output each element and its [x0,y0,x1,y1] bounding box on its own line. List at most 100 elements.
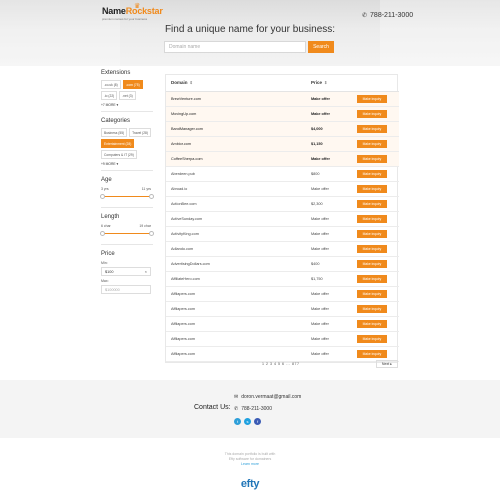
domain-cell[interactable]: Adlando.com [166,241,306,257]
age-range-slider[interactable]: 3 yrs 11 yrs [100,187,154,203]
make-inquiry-button[interactable]: Make inquiry [357,154,387,163]
age-min-handle[interactable] [100,194,105,199]
price-max-input[interactable]: $100000 [101,285,151,294]
site-logo[interactable]: ♛ NameRockstar premium names for your bu… [102,3,163,24]
age-max-label: 11 yrs [141,187,151,191]
domain-cell[interactable]: AdvertisingDollars.com [166,256,306,272]
make-inquiry-button[interactable]: Make inquiry [357,94,387,103]
table-row[interactable]: AffiliateHero.com $1,750 Make inquiry [166,271,399,287]
pagination[interactable]: 1 2 3 4 5 6 ... 877 [262,362,299,366]
domain-column-header[interactable]: Domain ⇕ [166,75,306,92]
make-inquiry-button[interactable]: Make inquiry [357,109,387,118]
clear-icon[interactable]: × [145,269,147,274]
domain-cell[interactable]: MovingUp.com [166,106,306,122]
table-row[interactable]: ActiveSunday.com Make offer Make inquiry [166,211,399,227]
make-inquiry-button[interactable]: Make inquiry [357,304,387,313]
table-row[interactable]: Affliapers.com Make offer Make inquiry [166,346,399,362]
length-min-handle[interactable] [100,231,105,236]
footer-email[interactable]: ✉ doron.vermaat@gmail.com [234,394,301,400]
twitter-icon[interactable]: t [234,418,241,425]
domain-cell[interactable]: Abroad.io [166,181,306,197]
make-inquiry-button[interactable]: Make inquiry [357,214,387,223]
make-inquiry-button[interactable]: Make inquiry [357,319,387,328]
price-cell: Make offer [306,331,352,347]
make-inquiry-button[interactable]: Make inquiry [357,124,387,133]
action-cell: Make inquiry [352,271,399,287]
filter-chip[interactable]: .co.uk (8) [101,80,121,89]
filter-chip[interactable]: .net (3) [119,91,136,100]
domain-cell[interactable]: ActivityKing.com [166,226,306,242]
action-cell: Make inquiry [352,181,399,197]
footer-phone[interactable]: ✆ 788-211-3000 [234,406,272,412]
filter-chip[interactable]: .io (22) [101,91,118,100]
table-row[interactable]: Ambior.com $1,150 Make inquiry [166,136,399,152]
make-inquiry-button[interactable]: Make inquiry [357,184,387,193]
make-inquiry-button[interactable]: Make inquiry [357,259,387,268]
make-inquiry-button[interactable]: Make inquiry [357,139,387,148]
filter-chip[interactable]: Computers & IT (29) [101,150,137,159]
action-cell: Make inquiry [352,151,399,167]
domain-cell[interactable]: BrewVenture.com [166,91,306,107]
filter-chip[interactable]: .com (75) [122,80,143,89]
table-row[interactable]: Aberdeen.pub $800 Make inquiry [166,166,399,182]
age-max-handle[interactable] [149,194,154,199]
search-button[interactable]: Search [308,41,334,53]
price-cell: $2,300 [306,196,352,212]
domain-cell[interactable]: Affliapers.com [166,331,306,347]
domain-cell[interactable]: Ambior.com [166,136,306,152]
price-min-input[interactable]: $100 × [101,267,151,276]
price-cell: $1,150 [306,136,352,152]
domain-cell[interactable]: BandManager.com [166,121,306,137]
learn-more-link[interactable]: Learn more [0,462,500,467]
domain-search-input[interactable] [164,41,306,53]
table-row[interactable]: Affliapers.com Make offer Make inquiry [166,301,399,317]
domain-cell[interactable]: Affliapers.com [166,301,306,317]
facebook-icon[interactable]: f [254,418,261,425]
extensions-more-link[interactable]: +7 MORE ▾ [101,103,153,107]
domain-cell[interactable]: Affliapers.com [166,286,306,302]
make-inquiry-button[interactable]: Make inquiry [357,349,387,358]
make-inquiry-button[interactable]: Make inquiry [357,169,387,178]
domain-cell[interactable]: Affliapers.com [166,346,306,362]
table-row[interactable]: MovingUp.com Make offer Make inquiry [166,106,399,122]
domain-cell[interactable]: AffiliateHero.com [166,271,306,287]
efty-logo[interactable]: efty [0,478,500,490]
domain-cell[interactable]: Aberdeen.pub [166,166,306,182]
table-row[interactable]: ActionBee.com $2,300 Make inquiry [166,196,399,212]
table-row[interactable]: Adlando.com Make offer Make inquiry [166,241,399,257]
table-row[interactable]: Affliapers.com Make offer Make inquiry [166,316,399,332]
make-inquiry-button[interactable]: Make inquiry [357,289,387,298]
categories-more-link[interactable]: +9 MORE ▾ [101,162,153,166]
skype-icon[interactable]: s [244,418,251,425]
domain-cell[interactable]: ActionBee.com [166,196,306,212]
domain-cell[interactable]: CoffeeSherpa.com [166,151,306,167]
make-inquiry-button[interactable]: Make inquiry [357,244,387,253]
next-page-button[interactable]: Next ▸ [376,360,398,368]
table-row[interactable]: CoffeeSherpa.com Make offer Make inquiry [166,151,399,167]
price-column-header[interactable]: Price ⇕ [306,75,352,92]
table-row[interactable]: Affliapers.com Make offer Make inquiry [166,331,399,347]
table-row[interactable]: BandManager.com $4,000 Make inquiry [166,121,399,137]
domain-cell[interactable]: ActiveSunday.com [166,211,306,227]
filter-chip[interactable]: Business (55) [101,128,128,137]
make-inquiry-button[interactable]: Make inquiry [357,334,387,343]
table-row[interactable]: AdvertisingDollars.com $400 Make inquiry [166,256,399,272]
action-cell: Make inquiry [352,196,399,212]
filter-chip[interactable]: Entertainment (28) [101,139,135,148]
price-cell: Make offer [306,346,352,362]
table-row[interactable]: Affliapers.com Make offer Make inquiry [166,286,399,302]
slider-fill [101,233,153,234]
length-max-handle[interactable] [149,231,154,236]
header-phone[interactable]: ✆ 788-211-3000 [362,12,413,19]
price-min-value: $100 [105,270,114,274]
make-inquiry-button[interactable]: Make inquiry [357,274,387,283]
table-row[interactable]: ActivityKing.com Make offer Make inquiry [166,226,399,242]
length-range-slider[interactable]: 6 char 19 char [100,224,154,240]
action-cell: Make inquiry [352,136,399,152]
make-inquiry-button[interactable]: Make inquiry [357,229,387,238]
make-inquiry-button[interactable]: Make inquiry [357,199,387,208]
filter-chip[interactable]: Travel (28) [129,128,151,137]
table-row[interactable]: Abroad.io Make offer Make inquiry [166,181,399,197]
table-row[interactable]: BrewVenture.com Make offer Make inquiry [166,91,399,107]
domain-cell[interactable]: Affliapers.com [166,316,306,332]
